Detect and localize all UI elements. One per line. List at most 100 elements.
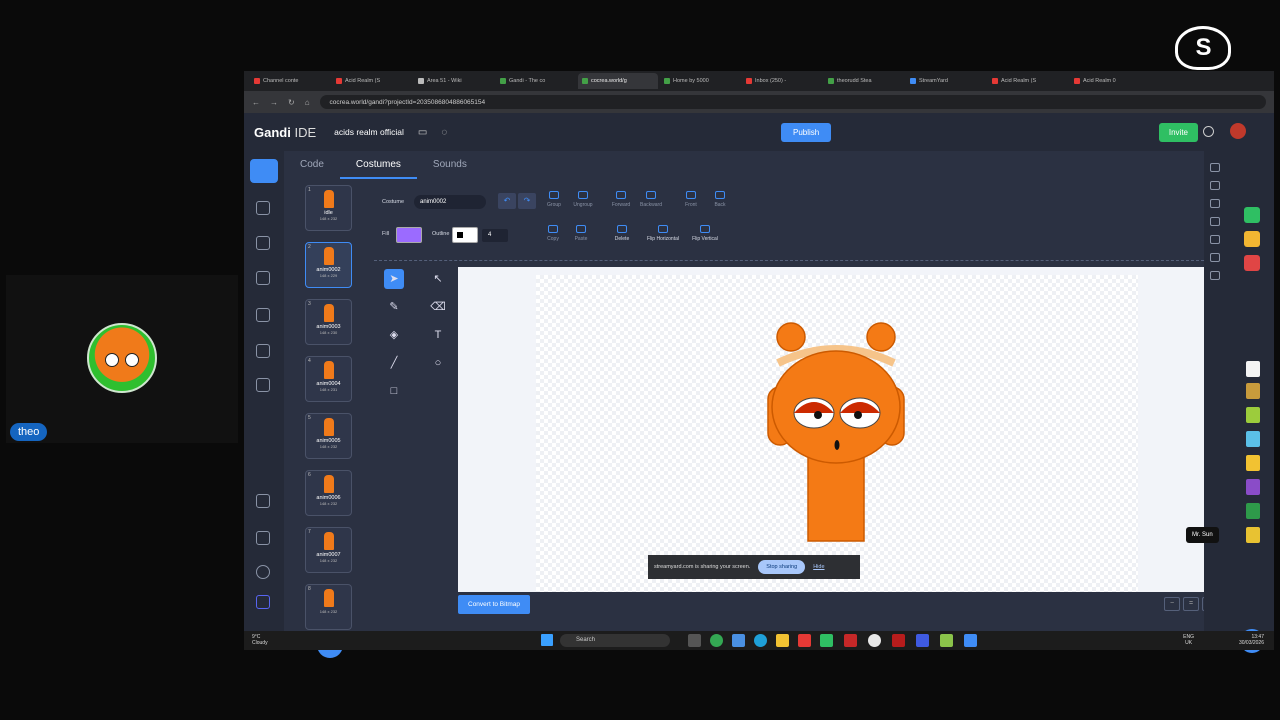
stop-sharing-button[interactable]: Stop sharing [758,560,806,574]
nav-badge-icon[interactable] [256,271,270,285]
outline-width-input[interactable]: 4 [482,229,508,242]
discord-taskbar-icon[interactable] [916,634,929,647]
circle-tool-icon[interactable]: ○ [428,353,448,373]
brush-tool-icon[interactable]: ✎ [384,297,404,317]
sprite-thumbnail[interactable] [1246,527,1260,543]
paint-canvas-area[interactable]: streamyard.com is sharing your screen. S… [458,267,1218,592]
nav-trophy-icon[interactable] [256,236,270,250]
user-avatar[interactable] [1230,123,1246,139]
nav-plugin-icon[interactable] [256,531,270,545]
costume-name-input[interactable]: anim0002 [414,195,486,209]
browser-tab-active[interactable]: cocrea.world/g [578,73,658,89]
sprite-thumbnail[interactable] [1246,361,1260,377]
costume-item[interactable]: 5 anim0005 148 x 232 [305,413,352,459]
file-explorer-icon[interactable] [776,634,789,647]
project-name[interactable]: acids realm official [334,127,404,137]
nav-robot-icon[interactable] [256,308,270,322]
taskbar-search[interactable]: Search [560,634,670,647]
sprite-thumbnail[interactable] [1246,455,1260,471]
nav-image-icon[interactable] [256,344,270,358]
edge-icon[interactable] [754,634,767,647]
chrome-icon[interactable] [710,634,723,647]
fill-color-swatch[interactable] [396,227,422,243]
app-icon[interactable] [940,634,953,647]
publish-button[interactable]: Publish [781,123,832,142]
browser-tab[interactable]: Acid Realm 0 [1070,73,1150,89]
nav-console-icon[interactable] [256,494,270,508]
sprite-thumbnail[interactable] [1246,383,1260,399]
fill-tool-icon[interactable]: ◈ [384,325,404,345]
group-button[interactable]: Group [539,191,569,208]
hide-share-bar-link[interactable]: Hide [813,564,824,570]
stop-icon[interactable] [1244,255,1260,271]
app-icon[interactable] [844,634,857,647]
language-indicator[interactable]: ENG UK [1183,634,1194,646]
costume-item-selected[interactable]: 2 anim0002 148 x 229 [305,242,352,288]
paste-button[interactable]: Paste [566,225,596,242]
costume-item[interactable]: 4 anim0004 148 x 231 [305,356,352,402]
windows-start-icon[interactable] [541,634,553,646]
costume-item[interactable]: 7 anim0007 148 x 232 [305,527,352,573]
terminal-icon[interactable] [1210,253,1220,262]
zoom-out-icon[interactable]: − [1164,597,1180,611]
app-icon[interactable] [820,634,833,647]
sprite-thumbnail[interactable] [1246,503,1260,519]
browser-tab[interactable]: Home by 5000 [660,73,740,89]
outline-color-swatch[interactable] [452,227,478,243]
costume-item[interactable]: 8 148 x 232 [305,584,352,630]
sprite-thumbnail[interactable] [1246,479,1260,495]
history-icon[interactable] [1210,181,1220,190]
reshape-tool-icon[interactable]: ↖ [428,269,448,289]
copilot-icon[interactable] [732,634,745,647]
image-icon[interactable] [1210,217,1220,226]
app-icon[interactable] [892,634,905,647]
nav-code-icon[interactable] [250,159,278,183]
tab-costumes[interactable]: Costumes [339,151,417,179]
robot-icon[interactable] [1210,199,1220,208]
discord-icon[interactable] [256,595,270,609]
globe-icon[interactable] [1203,126,1214,137]
sprite-thumbnail[interactable] [1246,407,1260,423]
rectangle-tool-icon[interactable]: □ [384,381,404,401]
back-icon[interactable]: ← [252,98,260,107]
eraser-tool-icon[interactable]: ⌫ [428,297,448,317]
weather-widget[interactable]: 9°C Cloudy [252,634,268,646]
costume-item[interactable]: 6 anim0006 148 x 232 [305,470,352,516]
browser-tab[interactable]: Acid Realm (S [332,73,412,89]
paint-canvas[interactable] [536,275,1138,592]
tab-code[interactable]: Code [284,151,340,179]
undo-icon[interactable]: ↶ [498,193,516,209]
sprite-thumbnail[interactable] [1246,431,1260,447]
browser-tab[interactable]: theorudd Stea [824,73,904,89]
lightbulb-icon[interactable]: ◌ [441,127,447,138]
back-button[interactable]: Back [705,191,735,208]
settings-gear-icon[interactable] [256,565,270,579]
clock[interactable]: 13:47 30/03/2026 [1239,634,1264,646]
document-icon[interactable] [1210,271,1220,280]
url-input[interactable]: cocrea.world/gandi?projectId=20350868048… [319,95,1266,109]
flip-horizontal-button[interactable]: Flip Horizontal [641,225,685,242]
costume-item[interactable]: 3 anim0003 148 x 230 [305,299,352,345]
ungroup-button[interactable]: Ungroup [568,191,598,208]
browser-tab[interactable]: Inbox (250) - [742,73,822,89]
youtube-icon[interactable] [798,634,811,647]
invite-button[interactable]: Invite [1158,123,1198,142]
copy-button[interactable]: Copy [538,225,568,242]
text-tool-icon[interactable]: T [428,325,448,345]
browser-tab[interactable]: Channel conte [250,73,330,89]
flip-vertical-button[interactable]: Flip Vertical [685,225,725,242]
browser-tab[interactable]: Gandi - The co [496,73,576,89]
costume-item[interactable]: 1 idle 148 x 232 [305,185,352,231]
tab-sounds[interactable]: Sounds [417,151,483,179]
task-view-icon[interactable] [688,634,701,647]
browser-tab[interactable]: Acid Realm (S [988,73,1068,89]
front-button[interactable]: Front [676,191,706,208]
nav-extension-icon[interactable] [256,378,270,392]
select-tool-icon[interactable]: ➤ [384,269,404,289]
convert-to-bitmap-button[interactable]: Convert to Bitmap [458,595,531,614]
zoom-reset-icon[interactable]: = [1183,597,1199,611]
backward-button[interactable]: Backward [636,191,666,208]
browser-tab[interactable]: StreamYard [906,73,986,89]
reload-icon[interactable]: ↻ [288,98,295,107]
pause-icon[interactable] [1244,231,1260,247]
